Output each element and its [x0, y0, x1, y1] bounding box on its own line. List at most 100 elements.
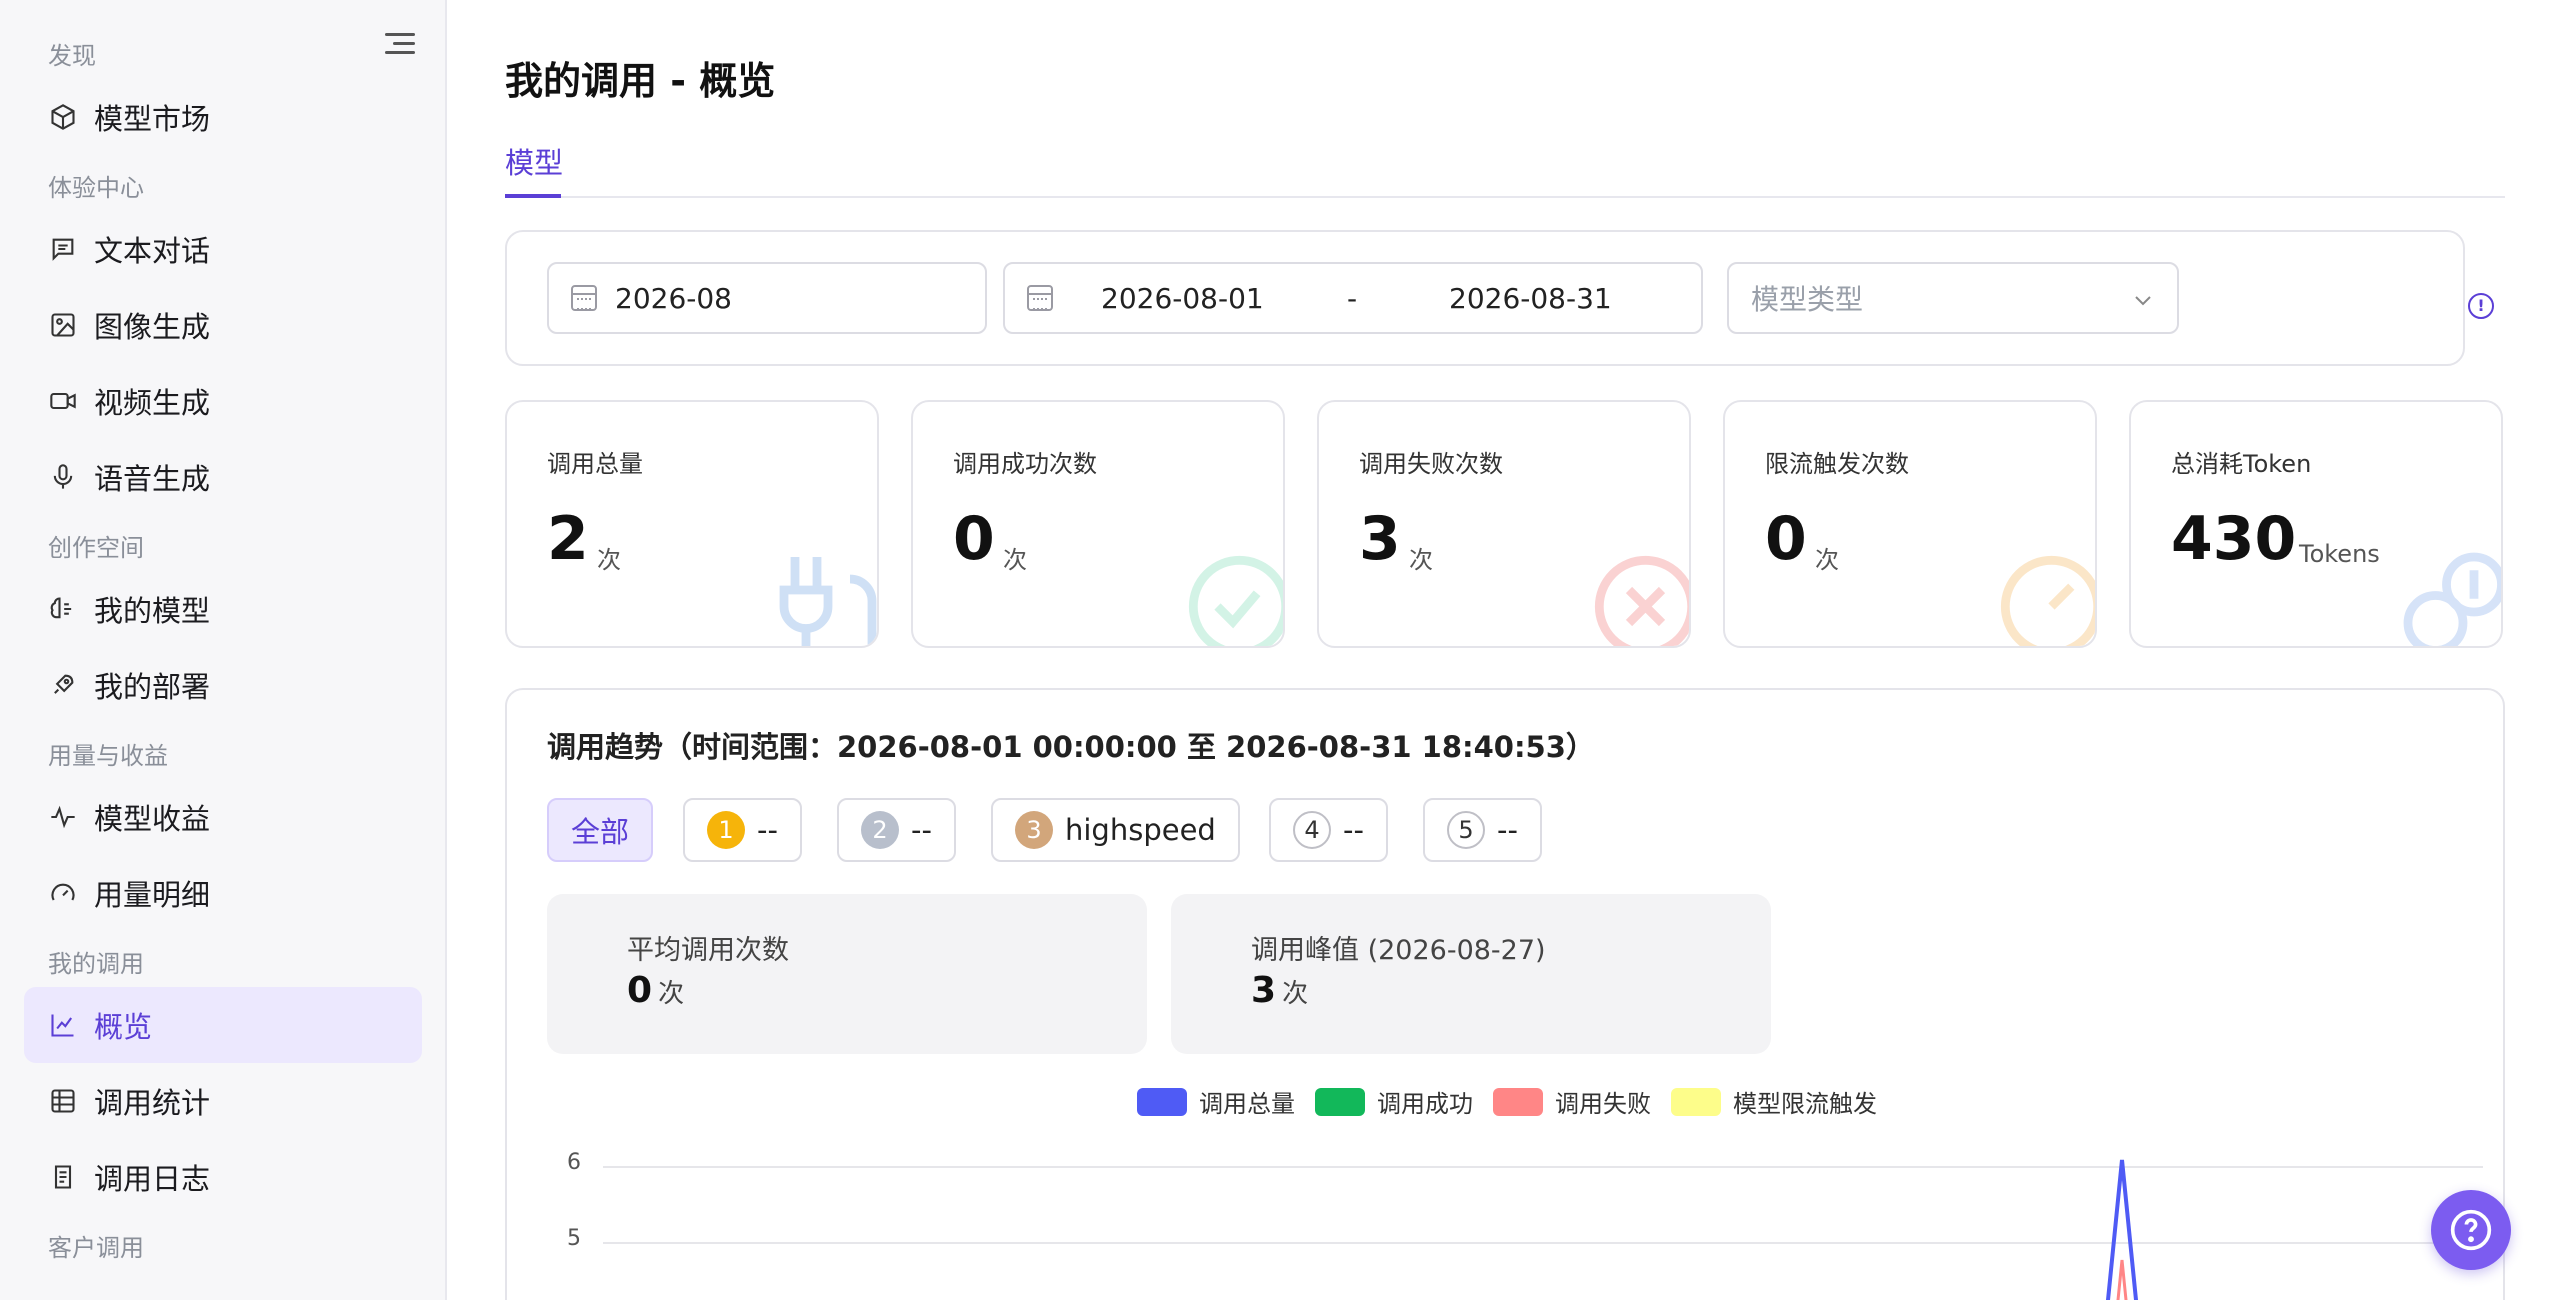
series-line-total — [2105, 1159, 2139, 1300]
section-discover: 发现 — [48, 42, 96, 70]
legend-item-rate-limit[interactable]: 模型限流触发 — [1671, 1084, 1877, 1119]
page-title: 我的调用 - 概览 — [505, 59, 776, 103]
tab-active-indicator — [505, 194, 561, 198]
filter-pill-rank-1[interactable]: 1 -- — [683, 798, 802, 862]
stat-unit: 次 — [1003, 546, 1027, 574]
stat-value: 430 — [2171, 504, 2297, 574]
sidebar-item-overview[interactable]: 概览 — [24, 987, 422, 1063]
sidebar-item-label: 我的部署 — [94, 670, 211, 704]
avg-value: 0 — [627, 970, 653, 1011]
sidebar-item-label: 我的模型 — [94, 594, 211, 628]
sidebar-item-my-models[interactable]: 我的模型 — [24, 571, 422, 647]
legend-item-success[interactable]: 调用成功 — [1315, 1084, 1473, 1119]
chart-plot — [2105, 1159, 2139, 1300]
model-type-select[interactable]: 模型类型 — [1727, 262, 2179, 334]
stat-title: 调用失败次数 — [1359, 450, 1503, 478]
month-picker[interactable]: 2026-08 — [547, 262, 987, 334]
stat-card-success: 调用成功次数 0 次 — [911, 400, 1285, 648]
section-usage: 用量与收益 — [48, 742, 168, 770]
pill-label: -- — [1497, 813, 1518, 847]
plug-icon — [779, 557, 877, 646]
range-start: 2026-08-01 — [1101, 281, 1264, 315]
model-type-placeholder: 模型类型 — [1751, 283, 1864, 316]
legend-label: 调用成功 — [1377, 1090, 1473, 1118]
pill-label: 全部 — [571, 815, 630, 849]
filter-pill-rank-3[interactable]: 3 highspeed — [991, 798, 1240, 862]
legend-item-total[interactable]: 调用总量 — [1137, 1084, 1295, 1119]
avg-value-row: 0次 — [627, 970, 684, 1011]
chat-icon — [48, 234, 78, 264]
legend-label: 模型限流触发 — [1733, 1090, 1877, 1118]
range-end: 2026-08-31 — [1449, 281, 1612, 315]
stat-title: 总消耗Token — [2171, 450, 2312, 478]
filter-pill-rank-2[interactable]: 2 -- — [837, 798, 956, 862]
legend-label: 调用总量 — [1199, 1090, 1295, 1118]
stat-unit: Tokens — [2299, 540, 2380, 568]
section-my-calls: 我的调用 — [48, 950, 144, 978]
stat-unit: 次 — [597, 546, 621, 574]
collapse-menu-icon[interactable] — [385, 33, 415, 59]
check-circle-icon — [1188, 555, 1283, 646]
pill-label: -- — [757, 813, 778, 847]
sidebar: 发现 模型市场 体验中心 文本对话 图像生成 视频生成 语音生成 创作空间 我的… — [0, 0, 447, 1300]
month-value: 2026-08 — [615, 281, 732, 315]
date-range-picker[interactable]: 2026-08-01 - 2026-08-31 — [1003, 262, 1703, 334]
legend-item-failed[interactable]: 调用失败 — [1493, 1084, 1651, 1119]
stat-card-rate-limit: 限流触发次数 0 次 — [1723, 400, 2097, 648]
legend-swatch — [1493, 1087, 1543, 1116]
sidebar-item-label: 概览 — [94, 1010, 153, 1044]
sidebar-item-call-log[interactable]: 调用日志 — [24, 1139, 422, 1215]
stat-card-tokens: 总消耗Token 430 Tokens — [2129, 400, 2503, 648]
filter-pill-all[interactable]: 全部 — [547, 798, 654, 862]
filter-pill-rank-5[interactable]: 5 -- — [1423, 798, 1542, 862]
pill-label: highspeed — [1065, 813, 1216, 847]
sidebar-item-label: 模型收益 — [94, 802, 211, 836]
legend-swatch — [1671, 1087, 1721, 1116]
info-icon[interactable]: ! — [2468, 293, 2494, 319]
sidebar-item-label: 模型市场 — [94, 102, 211, 136]
sidebar-item-my-deploy[interactable]: 我的部署 — [24, 647, 422, 723]
peak-calls-box: 调用峰值 (2026-08-27) 3次 — [1171, 894, 1771, 1054]
rank-badge: 3 — [1015, 811, 1053, 849]
filter-pill-rank-4[interactable]: 4 -- — [1269, 798, 1388, 862]
section-customer-calls: 客户调用 — [48, 1234, 144, 1262]
stat-card-failed: 调用失败次数 3 次 — [1317, 400, 1691, 648]
legend-swatch — [1137, 1087, 1187, 1116]
range-separator: - — [1347, 281, 1358, 315]
peak-value: 3 — [1251, 970, 1277, 1011]
sidebar-item-usage-detail[interactable]: 用量明细 — [24, 855, 422, 931]
calendar-icon — [1027, 285, 1053, 311]
trend-title: 调用趋势（时间范围：2026-08-01 00:00:00 至 2026-08-… — [547, 730, 1595, 764]
stat-unit: 次 — [1815, 546, 1839, 574]
log-icon — [48, 1162, 78, 1192]
tab-model[interactable]: 模型 — [505, 140, 563, 182]
table-icon — [48, 1086, 78, 1116]
filter-card: 2026-08 2026-08-01 - 2026-08-31 模型类型 — [505, 230, 2465, 366]
avg-unit: 次 — [658, 979, 685, 1009]
sidebar-item-label: 图像生成 — [94, 310, 211, 344]
tokens-icon — [2403, 552, 2501, 646]
sidebar-item-text-chat[interactable]: 文本对话 — [24, 211, 422, 287]
sidebar-item-voice-gen[interactable]: 语音生成 — [24, 439, 422, 515]
pill-label: -- — [911, 813, 932, 847]
image-icon — [48, 310, 78, 340]
rocket-icon — [48, 670, 78, 700]
stat-title: 限流触发次数 — [1765, 450, 1909, 478]
sidebar-item-call-stats[interactable]: 调用统计 — [24, 1063, 422, 1139]
help-button[interactable] — [2431, 1190, 2511, 1270]
pulse-icon — [48, 802, 78, 832]
sidebar-item-model-revenue[interactable]: 模型收益 — [24, 779, 422, 855]
sidebar-item-label: 用量明细 — [94, 878, 211, 912]
sidebar-item-video-gen[interactable]: 视频生成 — [24, 363, 422, 439]
sidebar-item-image-gen[interactable]: 图像生成 — [24, 287, 422, 363]
stat-value: 0 — [1765, 504, 1807, 574]
stat-value: 3 — [1359, 504, 1401, 574]
sidebar-item-label: 调用日志 — [94, 1162, 211, 1196]
question-icon — [2450, 1209, 2492, 1251]
sidebar-item-label: 调用统计 — [94, 1086, 211, 1120]
main-content: 我的调用 - 概览 模型 2026-08 2026-08-01 - 2026-0… — [447, 0, 2560, 1300]
sidebar-item-label: 视频生成 — [94, 386, 211, 420]
peak-title: 调用峰值 (2026-08-27) — [1251, 935, 1546, 966]
pill-label: -- — [1343, 813, 1364, 847]
sidebar-item-model-market[interactable]: 模型市场 — [24, 79, 422, 155]
